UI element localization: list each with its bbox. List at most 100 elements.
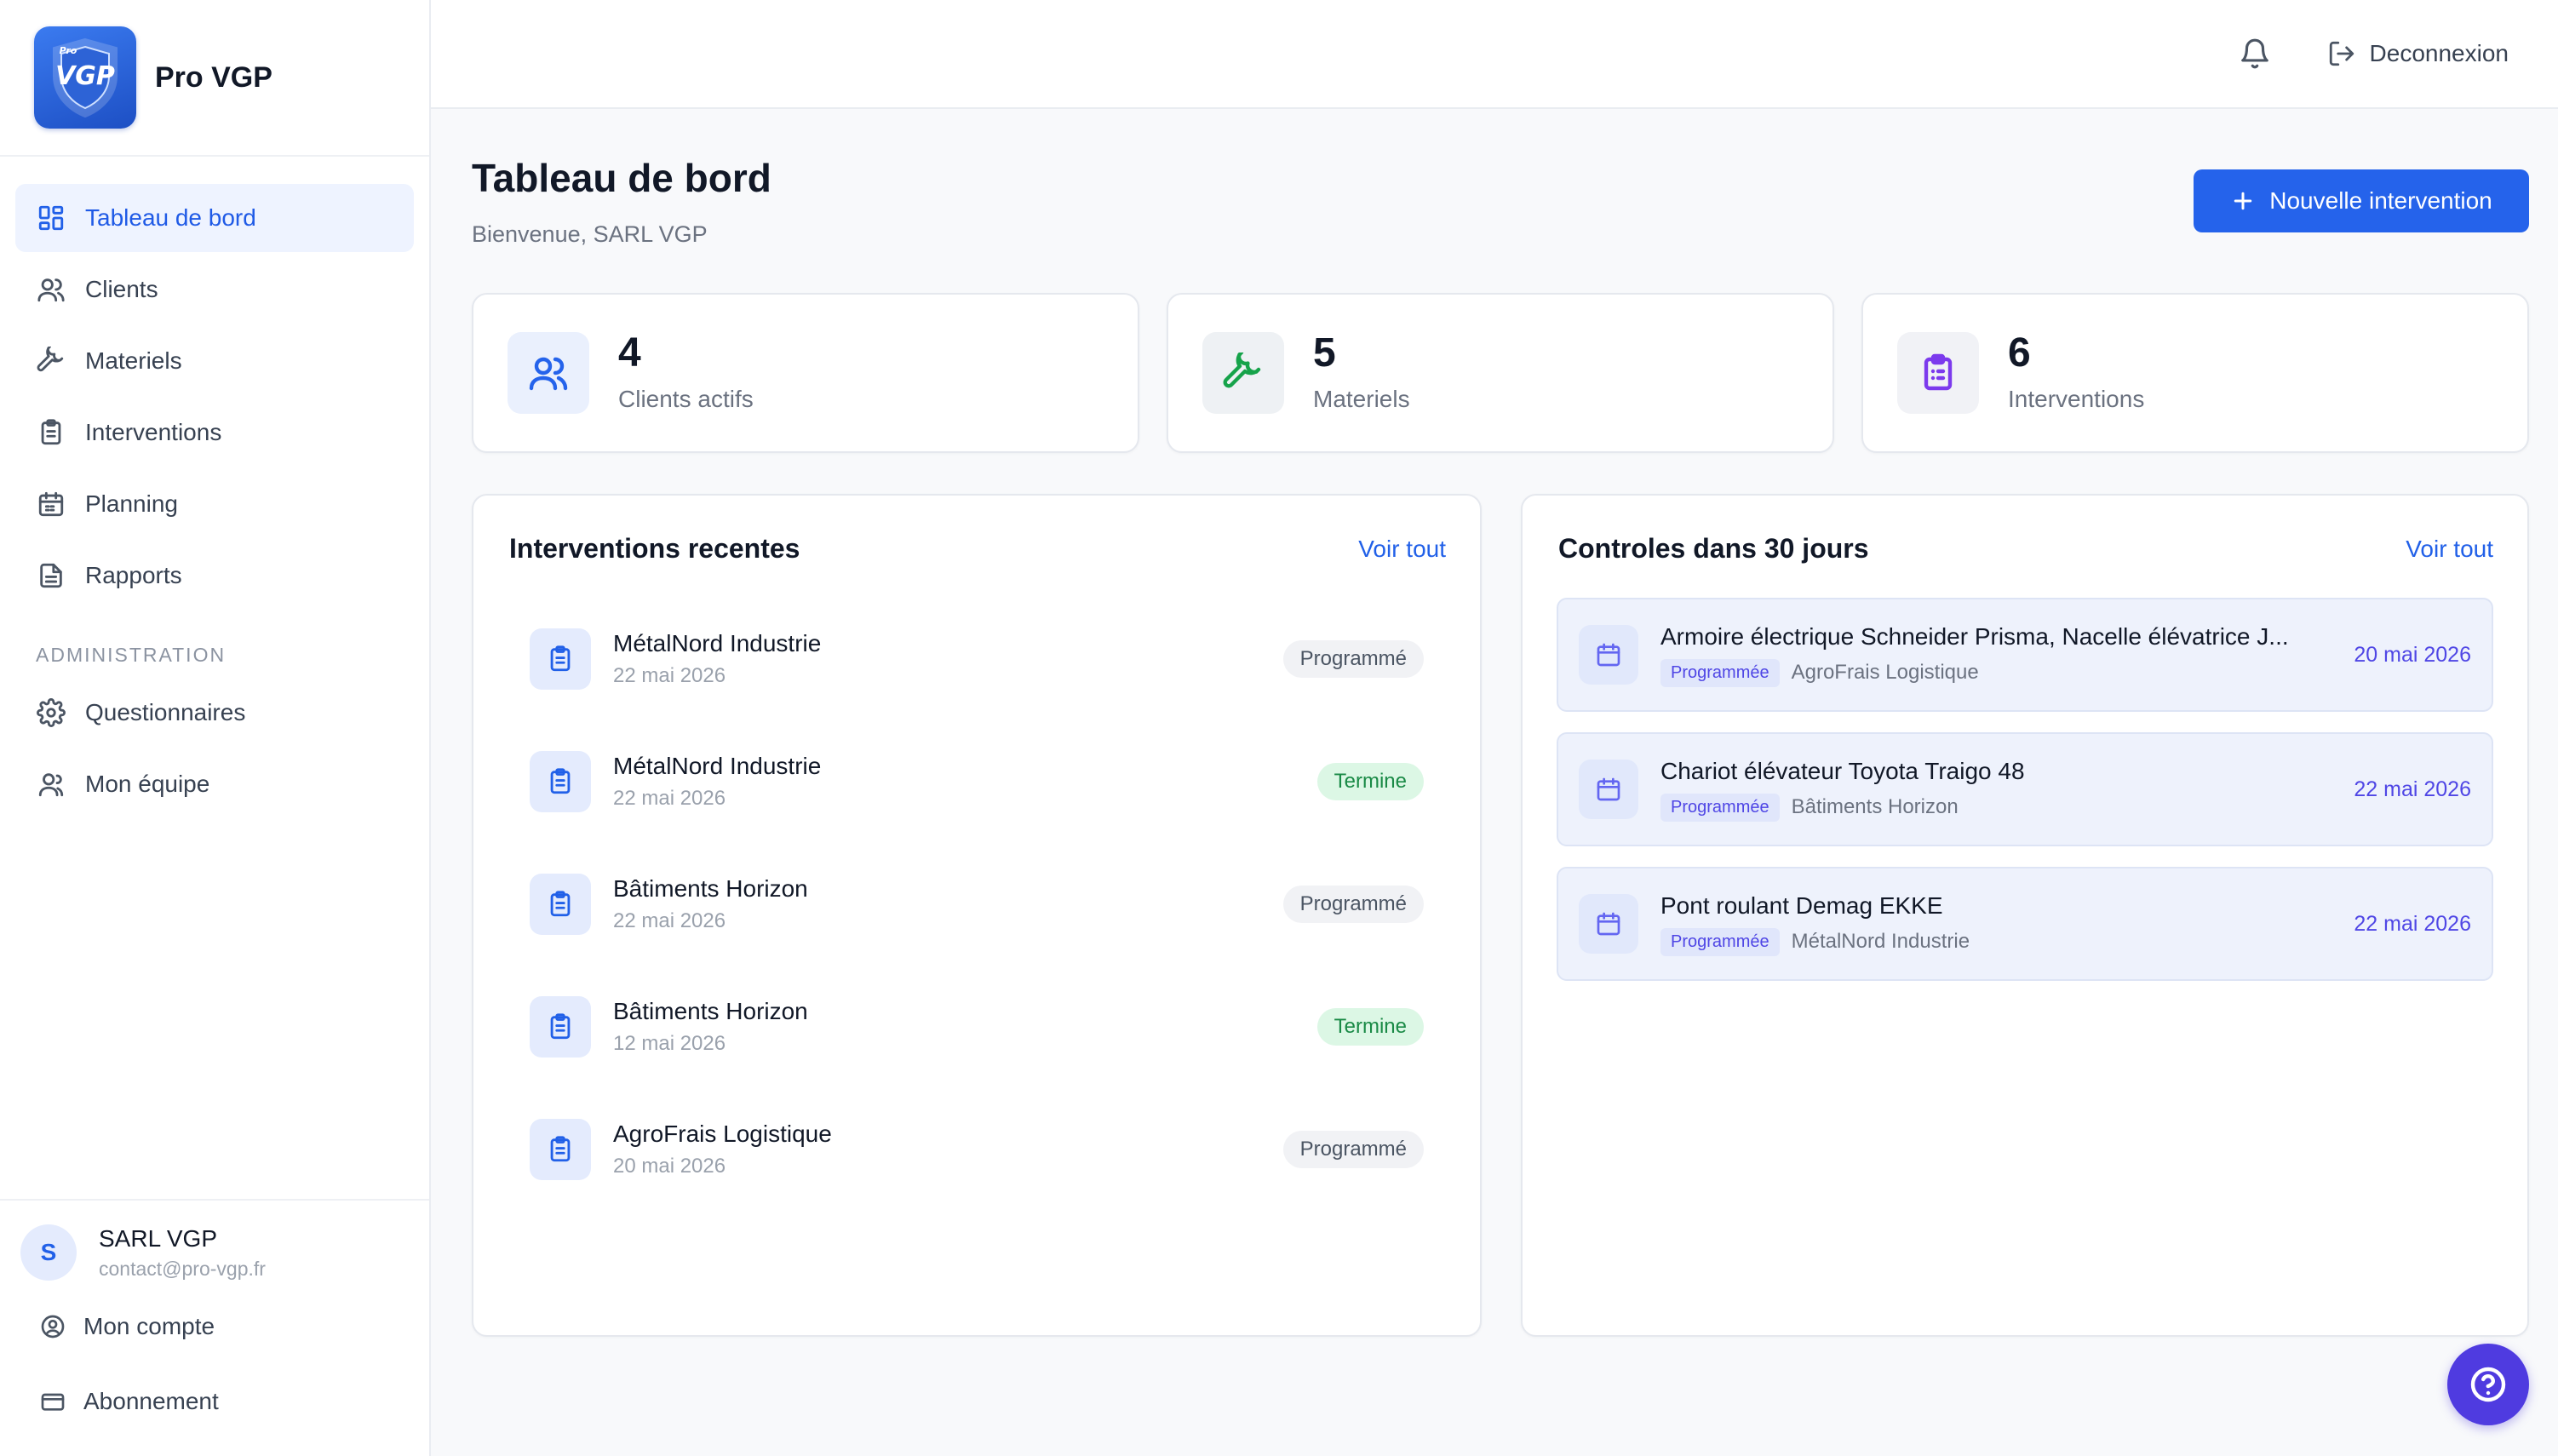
intervention-date: 22 mai 2026 (613, 909, 726, 932)
sidebar-item-label: Mon équipe (85, 771, 210, 797)
sidebar-item-label: Interventions (85, 419, 222, 445)
status-badge: Termine (1316, 1008, 1424, 1046)
brand-name: Pro VGP (155, 60, 272, 94)
bell-icon[interactable] (2235, 34, 2274, 73)
users-icon (508, 332, 589, 414)
see-all-link[interactable]: Voir tout (1358, 536, 1446, 563)
sidebar-item-label: Questionnaires (85, 699, 246, 725)
recent-interventions-list: MétalNord Industrie 22 mai 2026 Programm… (509, 598, 1446, 1211)
clipboard-icon (530, 628, 591, 690)
list-item[interactable]: Armoire électrique Schneider Prisma, Nac… (1557, 598, 2493, 712)
status-badge: Programmé (1282, 1131, 1424, 1168)
calendar-icon (1579, 760, 1638, 819)
stat-label: Interventions (2008, 386, 2145, 412)
intervention-client: Bâtiments Horizon (613, 998, 808, 1024)
sidebar-item-rapports[interactable]: Rapports (15, 542, 414, 610)
stat-card-interventions[interactable]: 6 Interventions (1861, 293, 2529, 453)
upcoming-controls-list: Armoire électrique Schneider Prisma, Nac… (1557, 598, 2493, 1001)
control-date: 20 mai 2026 (2354, 642, 2471, 667)
stat-card-materiels[interactable]: 5 Materiels (1167, 293, 1834, 453)
sidebar-item-interventions[interactable]: Interventions (15, 398, 414, 467)
status-badge: Programmé (1282, 640, 1424, 678)
intervention-client: MétalNord Industrie (613, 753, 822, 779)
team-icon (36, 769, 66, 800)
account-label: Mon compte (83, 1313, 215, 1339)
user-area: S SARL VGP contact@pro-vgp.fr Mon compte… (0, 1199, 429, 1456)
clipboard-icon (530, 996, 591, 1058)
svg-text:Pro: Pro (60, 45, 77, 56)
sidebar-item-dashboard[interactable]: Tableau de bord (15, 184, 414, 252)
nav-section-administration: ADMINISTRATION (36, 644, 227, 666)
list-item[interactable]: MétalNord Industrie 22 mai 2026 Termine (509, 720, 1446, 843)
document-icon (36, 560, 66, 591)
list-item[interactable]: AgroFrais Logistique 20 mai 2026 Program… (509, 1088, 1446, 1211)
stat-label: Clients actifs (618, 386, 754, 412)
new-intervention-button[interactable]: Nouvelle intervention (2194, 169, 2529, 232)
sidebar-item-label: Materiels (85, 347, 182, 374)
list-item[interactable]: Chariot élévateur Toyota Traigo 48 Progr… (1557, 732, 2493, 846)
user-profile[interactable]: S SARL VGP contact@pro-vgp.fr (20, 1224, 409, 1281)
plus-icon (2234, 192, 2252, 210)
svg-text:VGP: VGP (55, 61, 115, 91)
list-item[interactable]: Bâtiments Horizon 22 mai 2026 Programmé (509, 843, 1446, 966)
account-link[interactable]: Mon compte (20, 1289, 409, 1364)
calendar-icon (1579, 894, 1638, 954)
control-client: AgroFrais Logistique (1791, 661, 1979, 684)
intervention-date: 20 mai 2026 (613, 1155, 726, 1178)
control-date: 22 mai 2026 (2354, 777, 2471, 801)
logout-button[interactable]: Deconnexion (2327, 39, 2509, 68)
control-date: 22 mai 2026 (2354, 911, 2471, 936)
status-badge: Programmée (1660, 658, 1780, 687)
list-item[interactable]: MétalNord Industrie 22 mai 2026 Programm… (509, 598, 1446, 720)
subscription-link[interactable]: Abonnement (20, 1364, 409, 1439)
stat-value: 6 (2008, 330, 2031, 375)
users-icon (36, 274, 66, 305)
control-client: MétalNord Industrie (1791, 930, 1970, 953)
equipment-name: Armoire électrique Schneider Prisma, Nac… (1660, 622, 2289, 650)
stat-label: Materiels (1313, 386, 1410, 412)
panel-title: Interventions recentes (509, 533, 800, 564)
sidebar-item-planning[interactable]: Planning (15, 470, 414, 538)
logout-icon (2329, 41, 2354, 66)
sidebar-item-materiels[interactable]: Materiels (15, 327, 414, 395)
sidebar-item-questionnaires[interactable]: Questionnaires (15, 679, 414, 747)
help-circle-icon (2470, 1367, 2506, 1402)
clipboard-icon (36, 417, 66, 448)
intervention-client: MétalNord Industrie (613, 630, 822, 656)
clipboard-icon (530, 751, 591, 812)
stat-value: 4 (618, 330, 641, 375)
gear-icon (36, 697, 66, 728)
wrench-icon (1202, 332, 1284, 414)
list-item[interactable]: Bâtiments Horizon 12 mai 2026 Termine (509, 966, 1446, 1088)
list-item[interactable]: Pont roulant Demag EKKE Programmée Métal… (1557, 867, 2493, 981)
dashboard-icon (36, 203, 66, 233)
sidebar-item-label: Tableau de bord (85, 204, 256, 231)
clipboard-icon (530, 874, 591, 935)
status-badge: Programmé (1282, 886, 1424, 923)
stats-row: 4 Clients actifs 5 Materiels 6 Intervent… (472, 293, 2529, 453)
clipboard-icon (530, 1119, 591, 1180)
sidebar-item-label: Rapports (85, 562, 182, 588)
sidebar-item-mon-equipe[interactable]: Mon équipe (15, 750, 414, 818)
equipment-name: Chariot élévateur Toyota Traigo 48 (1660, 757, 2025, 784)
sidebar-item-clients[interactable]: Clients (15, 255, 414, 324)
help-button[interactable] (2447, 1344, 2529, 1425)
brand[interactable]: VGP Pro Pro VGP (0, 0, 429, 157)
status-badge: Programmée (1660, 793, 1780, 822)
wrench-icon (36, 346, 66, 376)
sidebar-item-label: Planning (85, 490, 178, 517)
status-badge: Termine (1316, 763, 1424, 800)
intervention-date: 12 mai 2026 (613, 1032, 726, 1055)
stat-card-clients[interactable]: 4 Clients actifs (472, 293, 1139, 453)
recent-interventions-panel: Interventions recentes Voir tout MétalNo… (472, 494, 1482, 1337)
see-all-link[interactable]: Voir tout (2406, 536, 2493, 563)
clipboard-icon (1897, 332, 1979, 414)
control-client: Bâtiments Horizon (1791, 795, 1959, 818)
sidebar: VGP Pro Pro VGP Tableau de bord Clients … (0, 0, 431, 1456)
intervention-client: AgroFrais Logistique (613, 1121, 832, 1147)
new-intervention-label: Nouvelle intervention (2269, 187, 2492, 214)
avatar: S (20, 1224, 77, 1281)
intervention-date: 22 mai 2026 (613, 664, 726, 687)
topbar: Deconnexion (431, 0, 2558, 109)
vgp-logo-icon: VGP Pro (34, 26, 136, 129)
